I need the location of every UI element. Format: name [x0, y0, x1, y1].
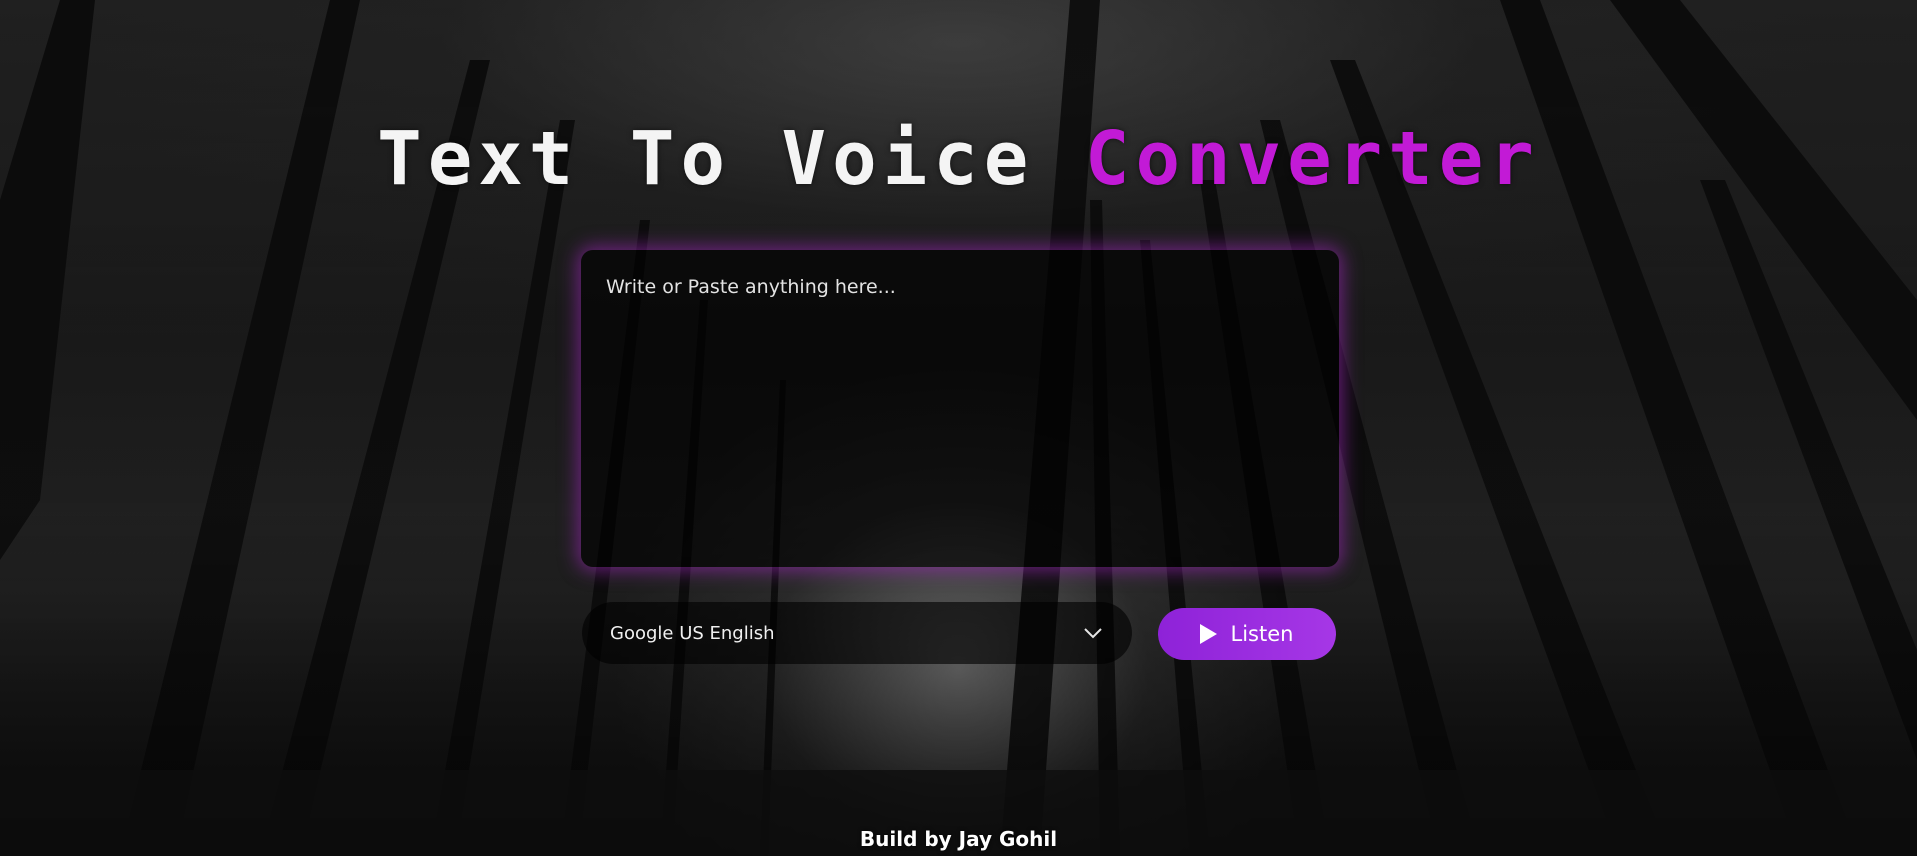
text-input-panel	[581, 250, 1339, 567]
chevron-down-icon	[1082, 622, 1104, 644]
footer-credit: Build by Jay Gohil	[859, 827, 1058, 851]
listen-button[interactable]: Listen	[1158, 608, 1336, 660]
voice-select[interactable]: Google US English	[582, 602, 1132, 664]
title-primary: Text To Voice	[377, 116, 1035, 202]
controls-bar: Google US English Listen	[582, 602, 1337, 666]
page-title: Text To Voice Converter	[0, 122, 1917, 196]
listen-button-label: Listen	[1230, 622, 1294, 646]
voice-select-value: Google US English	[610, 622, 775, 644]
play-icon	[1197, 623, 1219, 645]
title-accent: Converter	[1084, 116, 1540, 202]
text-input[interactable]	[606, 276, 1314, 541]
